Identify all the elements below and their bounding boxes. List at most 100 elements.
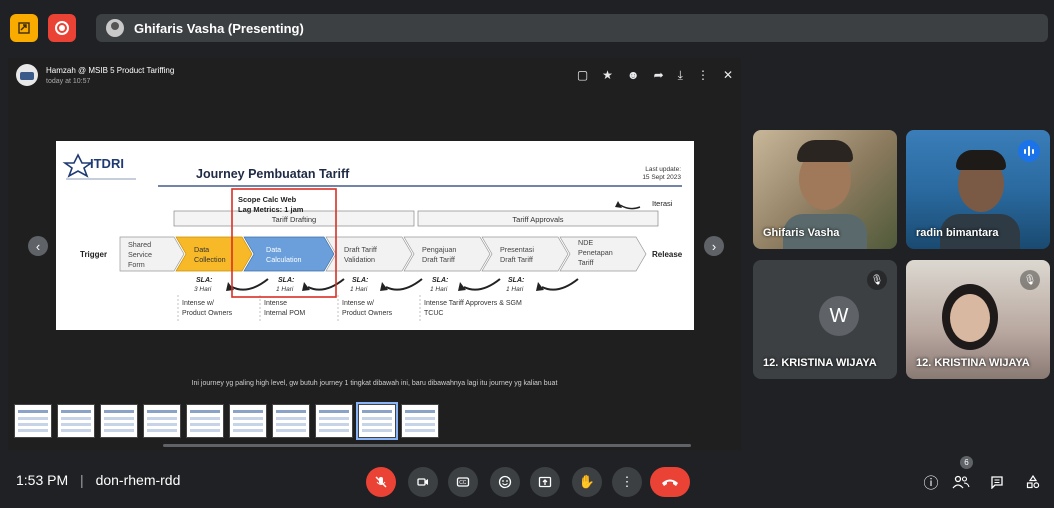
note-2: Intense Internal POM (259, 295, 305, 321)
chat-button[interactable] (986, 471, 1008, 493)
svg-text:Form: Form (128, 260, 145, 269)
close-icon[interactable]: ✕ (723, 68, 733, 83)
svg-text:CC: CC (459, 480, 467, 486)
last-update-label: Last update: (645, 166, 681, 173)
svg-text:Product Owners: Product Owners (342, 310, 393, 317)
svg-text:Pengajuan: Pengajuan (422, 245, 456, 254)
more-options-button[interactable]: ⋮ (612, 467, 642, 497)
svg-text:1 Hari: 1 Hari (430, 286, 448, 293)
thumbnail[interactable] (186, 404, 224, 438)
participant-tile[interactable]: 🎙 W 12. KRISTINA WIJAYA (753, 260, 897, 379)
thumbnail-strip (14, 402, 439, 440)
pin-button[interactable] (10, 14, 38, 42)
people-icon (952, 475, 970, 489)
release-label: Release (652, 250, 683, 259)
thumbnail[interactable] (229, 404, 267, 438)
step-shared-service: Shared Service Form (119, 236, 185, 272)
svg-text:Intense w/: Intense w/ (182, 300, 214, 307)
thumbnail[interactable] (57, 404, 95, 438)
sla-5: SLA: 1 Hari (506, 277, 524, 293)
chat-icon (991, 476, 1003, 489)
svg-text:1 Hari: 1 Hari (350, 286, 368, 293)
presenter-avatar (106, 19, 124, 37)
chat-header: Hamzah @ MSIB 5 Product Tariffing today … (8, 58, 741, 94)
svg-text:Penetapan: Penetapan (578, 248, 613, 257)
message-caption: Ini journey yg paling high level, gw but… (191, 380, 558, 387)
activities-icon (1026, 475, 1040, 489)
scope-line-2: Lag Metrics: 1 jam (238, 205, 304, 214)
svg-text:Presentasi: Presentasi (500, 245, 534, 254)
iterasi-label: Iterasi (652, 199, 673, 208)
mic-toggle-button[interactable] (366, 467, 396, 497)
info-icon: ⓘ (923, 474, 939, 492)
captions-icon: CC (456, 477, 470, 487)
svg-text:3 Hari: 3 Hari (194, 286, 212, 293)
emoji-reaction-icon[interactable]: ☻ (627, 68, 640, 83)
svg-text:SLA:: SLA: (196, 277, 212, 284)
thumbnail-selected[interactable] (356, 402, 398, 440)
svg-text:Service: Service (128, 250, 152, 259)
recording-button[interactable] (48, 14, 76, 42)
comment-icon[interactable]: ▢ (577, 68, 588, 83)
activities-button[interactable] (1022, 471, 1044, 493)
leave-call-button[interactable] (650, 467, 690, 497)
share-icon[interactable]: ➦ (654, 68, 664, 83)
present-button[interactable] (530, 467, 560, 497)
svg-text:Collection: Collection (194, 255, 226, 264)
sla-2: SLA: 1 Hari (276, 277, 294, 293)
svg-text:1 Hari: 1 Hari (276, 286, 294, 293)
participant-name: radin bimantara (916, 227, 999, 239)
chat-title: Hamzah @ MSIB 5 Product Tariffing (46, 66, 175, 75)
people-button[interactable] (950, 471, 972, 493)
camera-toggle-button[interactable] (408, 467, 438, 497)
sla-1: SLA: 3 Hari (194, 277, 212, 293)
download-icon[interactable]: ⤓ (678, 68, 683, 83)
meeting-code: don-rhem-rdd (95, 472, 181, 488)
meeting-details-button[interactable]: ⓘ (920, 471, 942, 493)
mic-off-icon: 🎙 (867, 270, 887, 290)
reactions-button[interactable] (490, 467, 520, 497)
note-3: Intense w/ Product Owners (337, 295, 393, 321)
svg-text:Internal POM: Internal POM (264, 310, 305, 317)
chevron-left-icon: ‹ (35, 238, 41, 254)
svg-text:SLA:: SLA: (432, 277, 448, 284)
more-icon[interactable]: ⋮ (697, 68, 709, 83)
step-data-calculation: Data Calculation (243, 236, 335, 272)
scope-line-1: Scope Calc Web (238, 195, 297, 204)
chevron-right-icon: › (711, 238, 717, 254)
thumbnail[interactable] (315, 404, 353, 438)
participant-name: 12. KRISTINA WIJAYA (916, 357, 1030, 369)
participant-tile[interactable]: radin bimantara (906, 130, 1050, 249)
prev-slide-button[interactable]: ‹ (28, 236, 48, 256)
pin-icon (18, 22, 30, 34)
note-1: Intense w/ Product Owners (177, 295, 233, 321)
raise-hand-icon: ✋ (578, 474, 596, 489)
next-slide-button[interactable]: › (704, 236, 724, 256)
presentation-stage: Hamzah @ MSIB 5 Product Tariffing today … (8, 58, 741, 450)
step-data-collection: Data Collection (175, 236, 253, 272)
presenting-bar: Ghifaris Vasha (Presenting) (6, 6, 1048, 46)
thumbnail[interactable] (143, 404, 181, 438)
phase-approvals: Tariff Approvals (512, 215, 563, 224)
sla-3: SLA: 1 Hari (350, 277, 368, 293)
thumbnail-scrollbar[interactable] (163, 444, 691, 447)
participant-tile[interactable]: Ghifaris Vasha (753, 130, 897, 249)
svg-text:Validation: Validation (344, 255, 375, 264)
thumbnail[interactable] (14, 404, 52, 438)
svg-text:Intense: Intense (264, 300, 287, 307)
captions-button[interactable]: CC (448, 467, 478, 497)
slide: ITDRI Journey Pembuatan Tariff Last upda… (56, 141, 694, 330)
star-icon[interactable]: ★ (602, 68, 613, 83)
thumbnail[interactable] (401, 404, 439, 438)
step-presentasi: Presentasi Draft Tariff (481, 236, 569, 272)
svg-text:ITDRI: ITDRI (90, 156, 124, 171)
participant-tile[interactable]: 🎙 12. KRISTINA WIJAYA (906, 260, 1050, 379)
presenter-pill[interactable]: Ghifaris Vasha (Presenting) (96, 14, 1048, 42)
step-pengajuan: Pengajuan Draft Tariff (403, 236, 491, 272)
thumbnail[interactable] (272, 404, 310, 438)
phase-drafting: Tariff Drafting (272, 215, 316, 224)
clock-time: 1:53 PM (16, 472, 69, 488)
thumbnail[interactable] (100, 404, 138, 438)
meeting-info: 1:53 PM | don-rhem-rdd (16, 472, 181, 488)
raise-hand-button[interactable]: ✋ (572, 467, 602, 497)
